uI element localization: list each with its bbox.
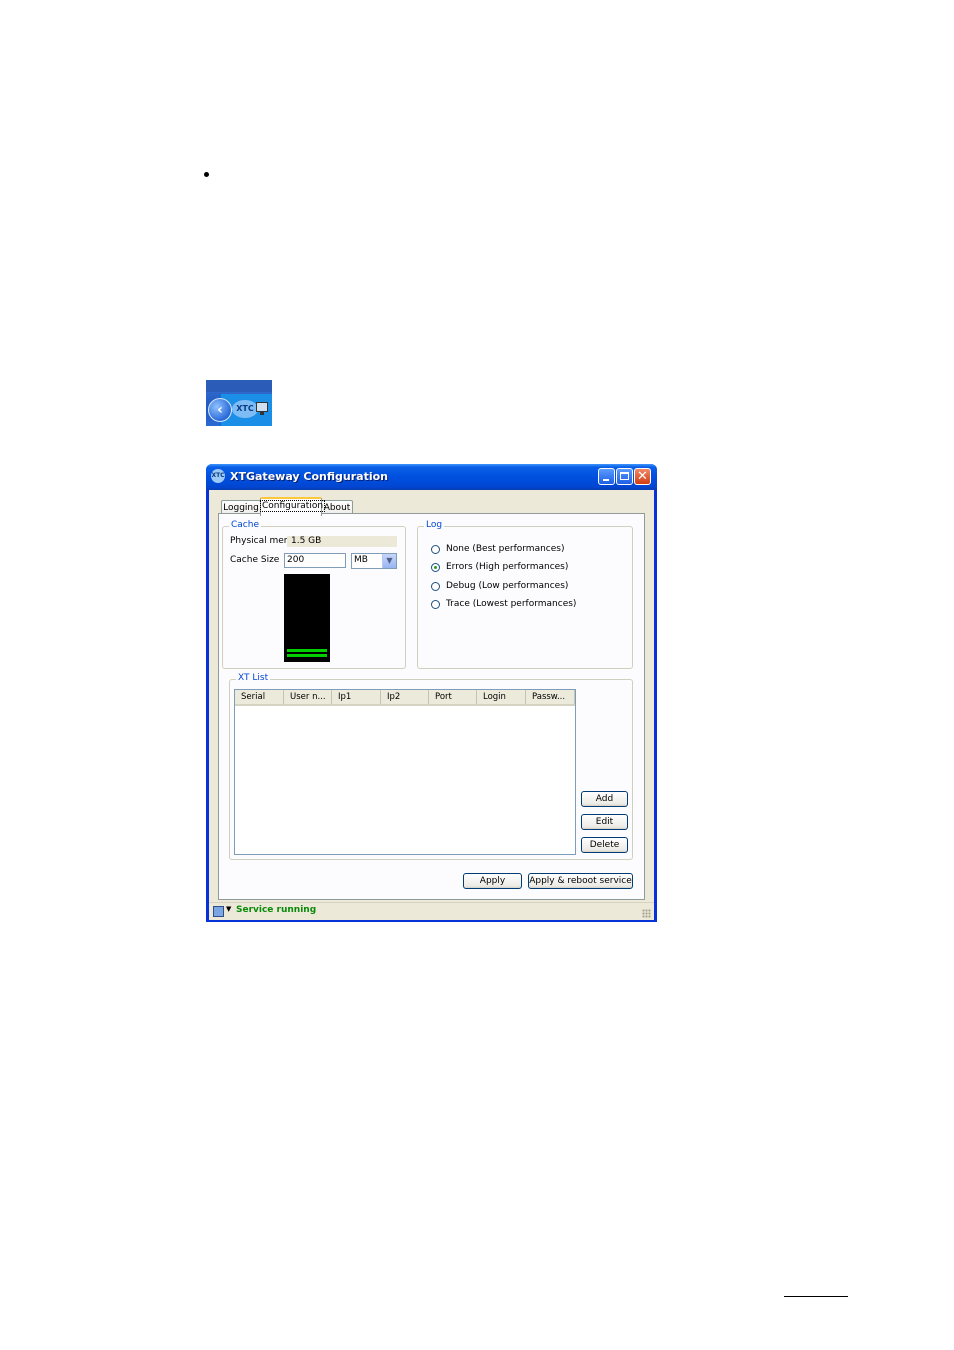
log-groupbox: Log None (Best performances) Errors (Hig… xyxy=(417,520,633,669)
radio-log-trace[interactable] xyxy=(431,600,440,609)
chevron-down-icon[interactable]: ▼ xyxy=(382,554,396,568)
network-icon[interactable] xyxy=(256,402,268,415)
log-errors-label[interactable]: Errors (High performances) xyxy=(446,562,568,572)
log-legend: Log xyxy=(424,520,445,530)
delete-button[interactable]: Delete xyxy=(581,837,628,853)
taskbar-band xyxy=(206,380,272,392)
log-debug-label[interactable]: Debug (Low performances) xyxy=(446,581,568,591)
minimize-button[interactable] xyxy=(598,468,615,485)
cache-size-input[interactable]: 200 xyxy=(284,553,346,568)
window-title: XTGateway Configuration xyxy=(230,470,388,483)
xt-list-groupbox: XT List Serial User n... Ip1 Ip2 Port Lo… xyxy=(229,673,633,860)
title-bar[interactable]: XTC XTGateway Configuration ✕ xyxy=(206,464,657,490)
app-icon[interactable]: XTC xyxy=(211,469,225,483)
status-bar: ▼ Service running xyxy=(209,902,654,920)
radio-log-debug[interactable] xyxy=(431,582,440,591)
show-hidden-icons-chevron-icon[interactable]: ‹ xyxy=(208,398,232,422)
bullet-point xyxy=(204,172,209,177)
window-client-area: Logging Configuration About Cache Physic… xyxy=(209,490,654,920)
list-header: Serial User n... Ip1 Ip2 Port Login Pass… xyxy=(235,690,575,706)
edit-button[interactable]: Edit xyxy=(581,814,628,830)
close-icon: ✕ xyxy=(637,469,648,484)
cache-legend: Cache xyxy=(229,520,261,530)
xtc-tray-icon[interactable]: XTC xyxy=(232,400,258,418)
cache-unit-value: MB xyxy=(354,555,368,565)
column-header-ip1[interactable]: Ip1 xyxy=(332,690,381,704)
xt-list-legend: XT List xyxy=(236,673,271,683)
physical-memory-value: 1.5 GB xyxy=(287,536,397,547)
close-button[interactable]: ✕ xyxy=(634,468,651,485)
service-status-icon[interactable] xyxy=(213,906,224,917)
add-button[interactable]: Add xyxy=(581,791,628,807)
footer-rule xyxy=(784,1296,848,1297)
xt-list-view[interactable]: Serial User n... Ip1 Ip2 Port Login Pass… xyxy=(234,689,576,855)
tab-configuration[interactable]: Configuration xyxy=(259,497,326,516)
apply-button[interactable]: Apply xyxy=(463,873,522,889)
resize-grip-icon[interactable] xyxy=(642,909,651,918)
column-header-username[interactable]: User n... xyxy=(284,690,332,704)
meter-bar xyxy=(287,654,327,657)
maximize-button[interactable] xyxy=(616,468,633,485)
cache-usage-meter xyxy=(284,574,330,662)
column-header-serial[interactable]: Serial xyxy=(235,690,284,704)
service-status-text: Service running xyxy=(236,905,317,915)
tab-configuration-label: Configuration xyxy=(259,500,326,512)
taskbar-tray-snippet: ‹ XTC xyxy=(206,380,272,426)
cache-size-label: Cache Size xyxy=(230,555,280,565)
cache-groupbox: Cache Physical memory: 1.5 GB Cache Size… xyxy=(222,520,406,669)
log-none-label[interactable]: None (Best performances) xyxy=(446,544,564,554)
configuration-panel: Cache Physical memory: 1.5 GB Cache Size… xyxy=(218,513,645,900)
log-trace-label[interactable]: Trace (Lowest performances) xyxy=(446,599,576,609)
radio-log-errors[interactable] xyxy=(431,563,440,572)
meter-bar xyxy=(287,649,327,652)
column-header-port[interactable]: Port xyxy=(429,690,477,704)
column-header-login[interactable]: Login xyxy=(477,690,526,704)
radio-log-none[interactable] xyxy=(431,545,440,554)
status-menu-arrow-icon[interactable]: ▼ xyxy=(226,905,231,913)
cache-unit-select[interactable]: MB ▼ xyxy=(351,553,397,569)
column-header-ip2[interactable]: Ip2 xyxy=(381,690,429,704)
apply-reboot-button[interactable]: Apply & reboot service xyxy=(528,873,633,889)
column-header-password[interactable]: Passw... xyxy=(526,690,575,704)
xtgateway-config-window: XTC XTGateway Configuration ✕ Logging Co… xyxy=(206,464,657,922)
